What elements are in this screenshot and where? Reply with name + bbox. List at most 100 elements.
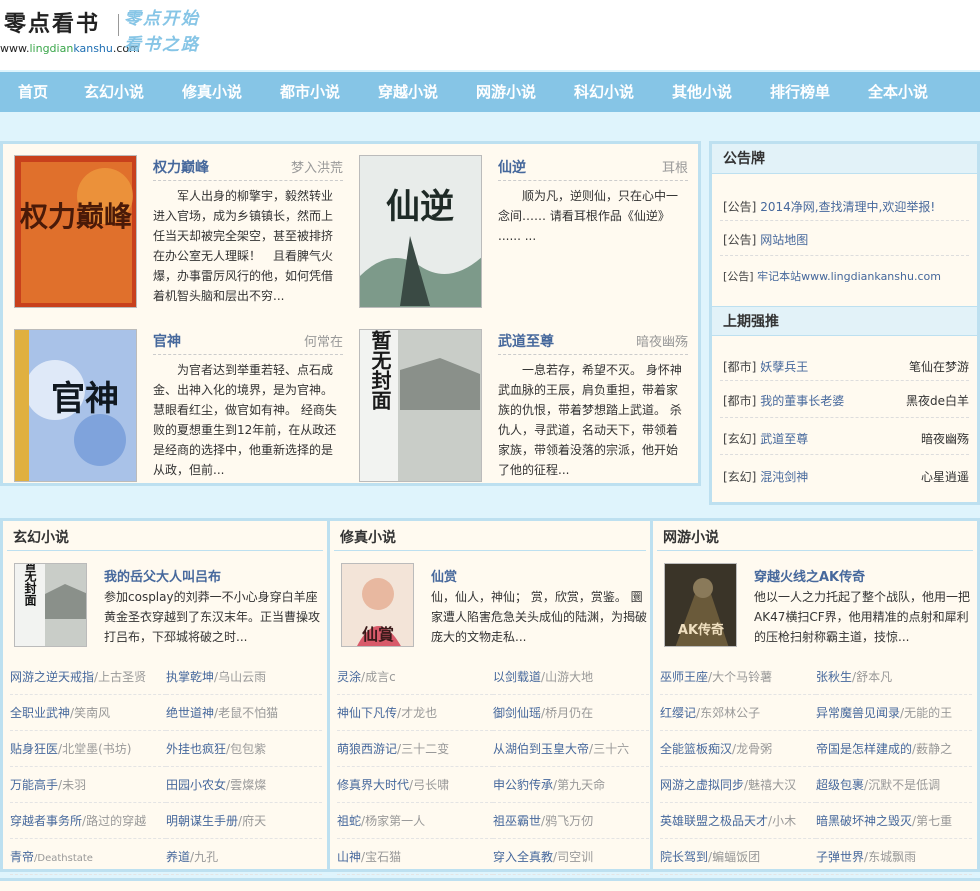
list-item[interactable]: 红缨记/东郊林公子	[660, 695, 816, 731]
book-cover[interactable]: 官神	[14, 329, 137, 482]
list-item[interactable]: 神仙下凡传/才龙也	[337, 695, 493, 731]
book-title[interactable]: 权力巅峰	[153, 157, 209, 177]
list-item[interactable]: 灵涂/成言c	[337, 659, 493, 695]
list-item[interactable]: 祖巫霸世/鸦飞万仞	[493, 803, 649, 839]
nav-chuanyue[interactable]: 穿越小说	[378, 72, 438, 112]
nav-wangyou[interactable]: 网游小说	[476, 72, 536, 112]
category-book-title[interactable]: 我的岳父大人叫吕布	[104, 566, 221, 585]
book-thumb[interactable]: 暂无封面	[14, 563, 87, 647]
list-item[interactable]: 子弹世界/东城飘雨	[816, 839, 972, 875]
site-logo[interactable]: 零点看书 www.lingdiankanshu.com	[0, 6, 140, 55]
nav-qita[interactable]: 其他小说	[672, 72, 732, 112]
nav-home[interactable]: 首页	[18, 72, 48, 112]
category-book-desc: 他以一人之力托起了整个战队，他用一把AK47横扫CF界，他用精准的点射和犀利的压…	[754, 590, 971, 644]
list-item[interactable]: 绝世道神/老鼠不怕猫	[166, 695, 322, 731]
list-item[interactable]: 执掌乾坤/乌山云雨	[166, 659, 322, 695]
book-desc: 为官者达到举重若轻、点石成金、出神入化的境界，是为官神。慧眼看红尘，做官如有神。…	[153, 363, 337, 477]
top-book-link[interactable]: 妖孽兵王	[760, 360, 808, 374]
category-header[interactable]: 玄幻小说	[7, 521, 323, 551]
book-author[interactable]: 暗夜幽殇	[636, 331, 688, 350]
list-item[interactable]: 超级包裹/沉默不是低调	[816, 767, 972, 803]
book-author[interactable]: 何常在	[304, 331, 343, 350]
list-item[interactable]: 从湖伯到玉皇大帝/三十六	[493, 731, 649, 767]
book-cover[interactable]: 权力巅峰	[14, 155, 137, 308]
list-item[interactable]: 萌狼西游记/三十二变	[337, 731, 493, 767]
list-item[interactable]: 穿越者事务所/路过的穿越	[10, 803, 166, 839]
list-item[interactable]: 田园小农女/雲燦燦	[166, 767, 322, 803]
nav-dushi[interactable]: 都市小说	[280, 72, 340, 112]
top-item: [玄幻] 武道至尊 暗夜幽殇	[723, 432, 969, 446]
list-item[interactable]: 暗黑破坏神之毁灭/第七重	[816, 803, 972, 839]
list-item[interactable]: 英雄联盟之极品天才/小木	[660, 803, 816, 839]
list-item[interactable]: 巫师王座/大个马铃薯	[660, 659, 816, 695]
category-header[interactable]: 网游小说	[657, 521, 973, 551]
featured-book: 权力巅峰 权力巅峰 梦入洪荒 军人出身的柳擎宇，毅然转业进入官场，成为乡镇镇长，…	[3, 144, 343, 309]
list-item[interactable]: 异常魔兽见闻录/无能的王	[816, 695, 972, 731]
list-item[interactable]: 网游之逆天戒指/上古圣贤	[10, 659, 166, 695]
book-title[interactable]: 官神	[153, 331, 181, 351]
nav-kehuan[interactable]: 科幻小说	[574, 72, 634, 112]
cover-text: 仙逆	[386, 187, 454, 227]
book-author[interactable]: 耳根	[662, 157, 688, 176]
slogan-line-1: 零点开始	[124, 9, 200, 29]
notice-link[interactable]: 2014净网,查找清理中,欢迎举报!	[760, 200, 935, 214]
svg-text:仙賞: 仙賞	[362, 625, 394, 644]
list-item[interactable]: 帝国是怎样建成的/薮静之	[816, 731, 972, 767]
list-item[interactable]: 院长驾到/蝙蝠饭团	[660, 839, 816, 875]
list-item[interactable]: 祖蛇/杨家第一人	[337, 803, 493, 839]
list-item[interactable]: 外挂也疯狂/包包紫	[166, 731, 322, 767]
list-item[interactable]: 张秋生/舒本凡	[816, 659, 972, 695]
slogan-line-2: 看书之路	[124, 35, 200, 55]
book-thumb[interactable]: 仙賞	[341, 563, 414, 647]
list-item[interactable]: 御剑仙瑶/桥月仍在	[493, 695, 649, 731]
nav-xuanhuan[interactable]: 玄幻小说	[84, 72, 144, 112]
top-item: [玄幻] 混沌剑神 心星逍遥	[723, 470, 969, 484]
nav-paihang[interactable]: 排行榜单	[770, 72, 830, 112]
svg-text:暂无封面: 暂无封面	[23, 564, 37, 607]
list-item[interactable]: 全职业武神/笑南风	[10, 695, 166, 731]
top-author: 黑夜de白羊	[905, 394, 969, 408]
list-item[interactable]: 明朝谋生手册/府天	[166, 803, 322, 839]
top-book-link[interactable]: 武道至尊	[760, 432, 808, 446]
notice-item: [公告] 2014净网,查找清理中,欢迎举报!	[723, 200, 936, 214]
category-book-title[interactable]: 穿越火线之AK传奇	[754, 566, 865, 585]
category-header[interactable]: 修真小说	[334, 521, 646, 551]
category-panel-xuanhuan: 玄幻小说 暂无封面 我的岳父大人叫吕布 参加cosplay的刘莽一不小心身穿白羊…	[0, 518, 330, 875]
category-book-desc: 仙，仙人，神仙； 赏，欣赏，赏鉴。 圜家遭人陷害危急关头成仙的陆渊，为揭破庞大的…	[431, 590, 648, 644]
category-panel-xiuzhen: 修真小说 仙賞 仙赏 仙，仙人，神仙； 赏，欣赏，赏鉴。 圜家遭人陷害危急关头成…	[327, 518, 653, 875]
list-item[interactable]: 穿入全真教/司空训	[493, 839, 649, 875]
book-title[interactable]: 仙逆	[498, 157, 526, 177]
nav-xiuzhen[interactable]: 修真小说	[182, 72, 242, 112]
notice-header: 公告牌	[712, 144, 977, 174]
list-item[interactable]: 贴身狂医/北堂墨(书坊)	[10, 731, 166, 767]
top-author: 暗夜幽殇	[920, 432, 969, 446]
list-item[interactable]: 万能高手/未羽	[10, 767, 166, 803]
category-panel-wangyou: 网游小说 AK传奇 穿越火线之AK传奇 他以一人之力托起了整个战队，他用一把AK…	[650, 518, 980, 875]
list-item[interactable]: 山神/宝石猫	[337, 839, 493, 875]
featured-book: 仙逆 仙逆 耳根 顺为凡，逆则仙，只在心中一念间…… 请看耳根作品《仙逆》 ..…	[348, 144, 688, 309]
divider	[498, 354, 688, 355]
top-book-link[interactable]: 混沌剑神	[760, 470, 808, 484]
book-desc: 军人出身的柳擎宇，毅然转业进入官场，成为乡镇镇长，然而上任当天却被完全架空，甚至…	[153, 189, 334, 303]
top-author: 笔仙在梦游	[908, 360, 969, 374]
category-book-title[interactable]: 仙赏	[431, 566, 457, 585]
book-cover[interactable]: 暂无封面	[359, 329, 482, 482]
list-item[interactable]: 修真界大时代/弓长啸	[337, 767, 493, 803]
notice-link[interactable]: 牢记本站www.lingdiankanshu.com	[757, 270, 941, 283]
book-thumb[interactable]: AK传奇	[664, 563, 737, 647]
book-desc: 顺为凡，逆则仙，只在心中一念间…… 请看耳根作品《仙逆》 ...... ...	[498, 189, 679, 243]
book-author[interactable]: 梦入洪荒	[291, 157, 343, 176]
list-item[interactable]: 全能篮板痴汉/龙骨粥	[660, 731, 816, 767]
top-book-link[interactable]: 我的董事长老婆	[760, 394, 844, 408]
cover-text: 暂无封面	[368, 330, 392, 410]
list-item[interactable]: 申公豹传承/第九天命	[493, 767, 649, 803]
list-item[interactable]: 网游之虚拟同步/魅禧大汉	[660, 767, 816, 803]
list-item[interactable]: 以剑载道/山游大地	[493, 659, 649, 695]
book-cover[interactable]: 仙逆	[359, 155, 482, 308]
list-item[interactable]: 青帝/Deathstate	[10, 839, 166, 875]
top-item: [都市] 妖孽兵王 笔仙在梦游	[723, 360, 969, 374]
book-title[interactable]: 武道至尊	[498, 331, 554, 351]
list-item[interactable]: 养道/九孔	[166, 839, 322, 875]
nav-quanben[interactable]: 全本小说	[868, 72, 928, 112]
notice-link[interactable]: 网站地图	[760, 233, 808, 247]
